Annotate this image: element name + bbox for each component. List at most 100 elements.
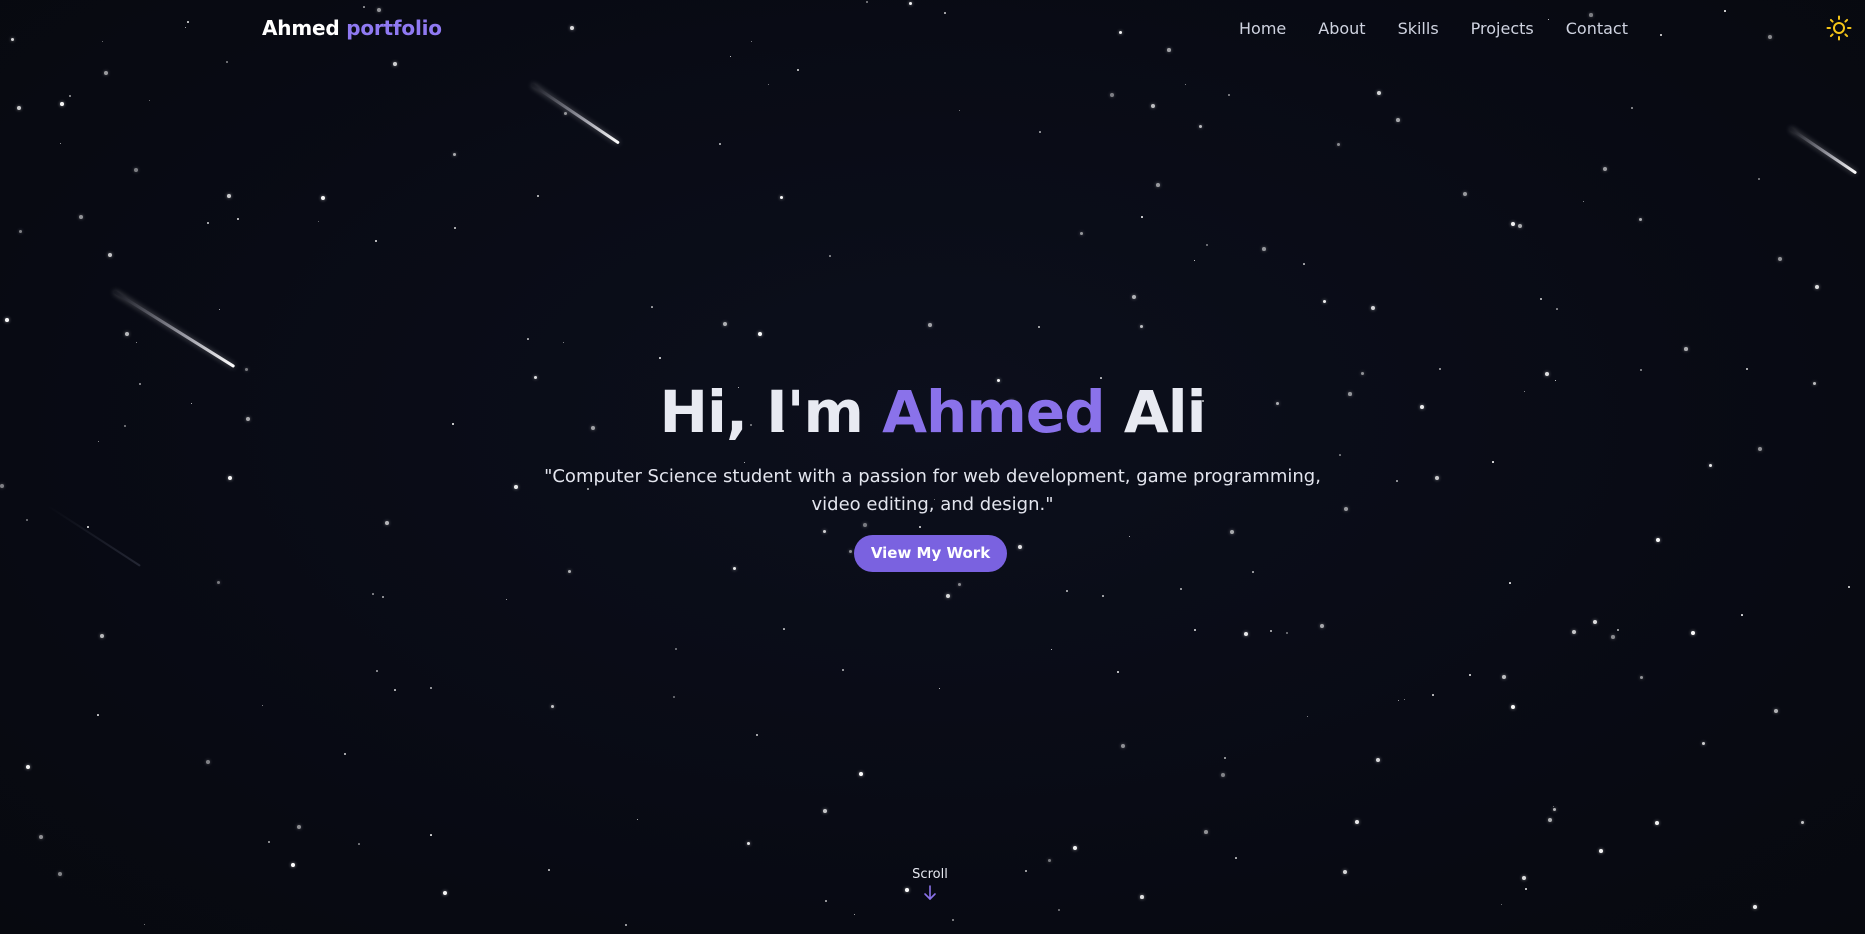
star — [1307, 716, 1309, 718]
star — [1469, 674, 1472, 677]
star — [1758, 447, 1763, 452]
star — [863, 523, 867, 527]
star — [60, 143, 62, 145]
star — [768, 84, 769, 85]
hero-greeting: Hi, I'm — [659, 378, 864, 446]
star — [1631, 107, 1634, 110]
star — [1611, 635, 1615, 639]
star — [1073, 846, 1077, 850]
hero-first-name: Ahmed — [882, 378, 1105, 446]
star — [780, 196, 784, 200]
star — [1572, 630, 1577, 635]
star — [1522, 876, 1527, 881]
star — [1337, 143, 1341, 147]
brand-accent: portfolio — [346, 16, 442, 40]
star — [0, 484, 5, 489]
star — [149, 100, 151, 102]
star — [1548, 818, 1553, 823]
star — [548, 869, 550, 871]
navbar: Ahmed portfolio Home About Skills Projec… — [0, 0, 1865, 58]
star — [1511, 222, 1515, 226]
star — [1639, 218, 1643, 222]
star — [1141, 216, 1143, 218]
star — [443, 891, 448, 896]
star — [217, 581, 221, 585]
star — [136, 342, 138, 344]
star — [1432, 694, 1434, 696]
star — [625, 924, 628, 927]
star — [1199, 125, 1203, 129]
brand-name: Ahmed — [262, 16, 340, 40]
star — [1583, 201, 1585, 203]
star — [385, 521, 390, 526]
star — [1801, 821, 1805, 825]
theme-toggle-button[interactable] — [1826, 15, 1852, 41]
nav-item-home[interactable]: Home — [1239, 19, 1286, 38]
star — [1509, 582, 1511, 584]
brand-logo[interactable]: Ahmed portfolio — [262, 16, 442, 40]
star — [723, 322, 727, 326]
star — [1121, 744, 1126, 749]
star — [919, 526, 921, 528]
star — [823, 809, 827, 813]
star — [1492, 461, 1494, 463]
star — [69, 95, 72, 98]
star — [673, 696, 676, 699]
star — [563, 342, 565, 344]
shooting-star — [47, 505, 141, 567]
star — [1545, 372, 1550, 377]
star — [651, 306, 653, 308]
star — [1435, 476, 1440, 481]
star — [1129, 536, 1131, 538]
nav-item-contact[interactable]: Contact — [1566, 19, 1628, 38]
view-my-work-button[interactable]: View My Work — [854, 535, 1007, 572]
star — [1404, 699, 1406, 701]
star — [268, 841, 271, 844]
star — [928, 323, 932, 327]
star — [318, 221, 320, 223]
star — [1339, 454, 1341, 456]
nav-item-projects[interactable]: Projects — [1471, 19, 1534, 38]
star — [1599, 849, 1603, 853]
star — [297, 825, 302, 830]
star — [506, 599, 508, 601]
sun-icon — [1826, 15, 1852, 41]
star — [1655, 821, 1660, 826]
star — [227, 194, 231, 198]
star — [747, 842, 751, 846]
star — [321, 196, 326, 201]
star — [958, 583, 962, 587]
nav-item-skills[interactable]: Skills — [1398, 19, 1439, 38]
star — [1702, 742, 1706, 746]
nav-item-about[interactable]: About — [1318, 19, 1365, 38]
star — [1194, 629, 1197, 632]
star — [17, 106, 22, 111]
star — [393, 62, 397, 66]
scroll-indicator[interactable]: Scroll — [880, 867, 980, 902]
star — [430, 687, 432, 689]
star — [1270, 630, 1273, 633]
star — [1048, 859, 1052, 863]
star — [104, 71, 109, 76]
star — [1252, 571, 1254, 573]
star — [430, 834, 432, 836]
star — [1262, 247, 1266, 251]
star — [228, 476, 233, 481]
star — [1110, 93, 1115, 98]
star — [1221, 773, 1226, 778]
star — [758, 332, 763, 337]
star — [291, 863, 295, 867]
star — [1132, 295, 1136, 299]
star — [1018, 545, 1023, 550]
star — [219, 309, 221, 311]
star — [1684, 347, 1688, 351]
star — [1656, 538, 1661, 543]
star — [5, 318, 9, 322]
star — [39, 835, 44, 840]
star — [79, 215, 84, 220]
shooting-star — [1789, 127, 1858, 175]
star — [1617, 629, 1620, 632]
star — [719, 143, 721, 145]
star — [675, 648, 678, 651]
star — [854, 914, 856, 916]
